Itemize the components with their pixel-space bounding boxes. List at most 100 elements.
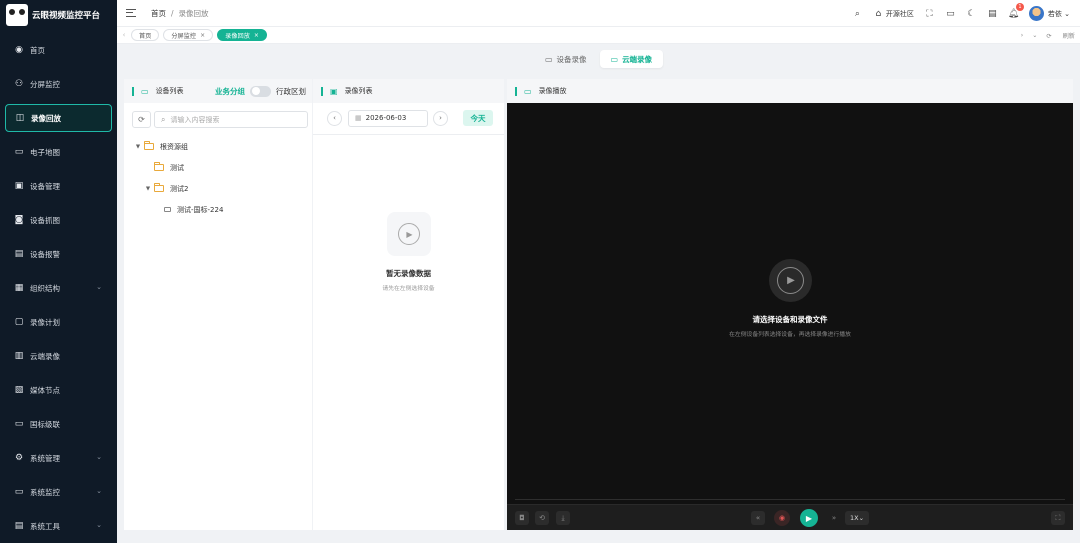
sidebar-item-label: 国标级联: [30, 419, 60, 429]
close-icon[interactable]: ×: [254, 32, 259, 39]
stop-button[interactable]: ◉: [774, 510, 790, 526]
app-logo[interactable]: 云眼视频监控平台: [0, 0, 117, 30]
logo-icon: [6, 4, 28, 26]
tab-2[interactable]: 录像回放 ×: [217, 29, 267, 41]
user-name[interactable]: 若依 ⌄: [1048, 9, 1070, 19]
playback-icon: ◫: [15, 113, 25, 123]
tab-1[interactable]: 分屏监控 ×: [163, 29, 214, 41]
alarm-icon: ▤: [14, 249, 24, 259]
tabs-dropdown-icon[interactable]: ⌄: [1032, 32, 1037, 39]
chevron-down-icon: ⌄: [96, 283, 102, 291]
player-title: 录像播放: [538, 87, 567, 95]
tree-refresh-button[interactable]: ⟳: [132, 111, 151, 128]
sidebar-item-label: 系统监控: [30, 487, 60, 497]
snapshot-button[interactable]: ◘: [515, 511, 529, 525]
sidebar-item-dashboard[interactable]: ◉ 首页: [5, 36, 112, 64]
chevron-down-icon: ⌄: [96, 521, 102, 529]
device-search-box: ⌕: [154, 111, 308, 128]
community-link[interactable]: 开源社区: [886, 9, 914, 19]
sidebar-item-label: 设备报警: [30, 249, 60, 259]
tree-node-label: 测试-国标-224: [177, 205, 224, 214]
speed-select[interactable]: 1X ⌄: [845, 511, 869, 525]
sidebar-item-label: 分屏监控: [30, 79, 60, 89]
video-player[interactable]: ▶ 请选择设备和录像文件 在左侧设备列表选择设备，再选择录像进行播放 ◘ ⟲ ⤓…: [507, 103, 1073, 530]
tabs-scroll-right-icon[interactable]: ›: [1021, 32, 1023, 39]
search-icon[interactable]: ⌕: [852, 8, 863, 19]
sidebar-item-label: 设备抓图: [30, 215, 60, 225]
sidebar-item-label: 首页: [30, 45, 45, 55]
sidebar-item-cloud-record[interactable]: ▥ 云端录像: [5, 342, 112, 370]
sidebar-item-cascade[interactable]: ▭ 国标级联: [5, 410, 112, 438]
device-tree: ▼ 根资源组测试 ▼ 测试2 测试-国标-224: [124, 136, 312, 220]
tabs-scroll-left-icon[interactable]: ‹: [117, 31, 131, 39]
date-picker[interactable]: ▦ 2026-06-03: [348, 109, 428, 127]
sidebar-item-toolbox[interactable]: ▤ 系统工具 ⌄: [5, 512, 112, 540]
cascade-icon: ▭: [14, 419, 24, 429]
sidebar-item-map[interactable]: ▭ 电子地图: [5, 138, 112, 166]
sidebar-item-label: 媒体节点: [30, 385, 60, 395]
avatar[interactable]: [1028, 6, 1044, 21]
map-icon: ▭: [14, 147, 24, 157]
group-mode-toggle[interactable]: [250, 85, 271, 97]
accent-bar: [515, 86, 517, 96]
menu-toggle-icon[interactable]: [126, 9, 136, 17]
breadcrumb-home[interactable]: 首页: [151, 8, 166, 19]
play-icon: ▶: [397, 223, 420, 245]
fullscreen-icon[interactable]: ⛶: [924, 8, 935, 19]
sidebar-item-plan[interactable]: ▢ 录像计划: [5, 308, 112, 336]
refresh-button[interactable]: ⟳ 刷新: [1046, 31, 1075, 40]
sidebar-item-playback[interactable]: ◫ 录像回放: [5, 104, 112, 132]
device-record-tab[interactable]: ▭ 设备录像: [534, 50, 598, 68]
fast-forward-button[interactable]: »: [827, 511, 841, 525]
business-group-label[interactable]: 业务分组: [215, 86, 245, 97]
sidebar-item-gear[interactable]: ⚙ 系统管理 ⌄: [5, 444, 112, 472]
prev-day-button[interactable]: ‹: [327, 110, 342, 126]
tree-node-label: 测试: [170, 163, 184, 172]
tree-node[interactable]: ▼ 测试2: [124, 178, 312, 199]
playback-timeline[interactable]: [515, 499, 1065, 500]
bell-icon[interactable]: 🔔︎ 1: [1008, 3, 1024, 19]
sidebar-item-label: 设备管理: [30, 181, 60, 191]
record-list-title: 录像列表: [344, 87, 373, 95]
selected-date: 2026-06-03: [365, 114, 407, 122]
tabs-actions: › ⌄ ⟳ 刷新: [1012, 27, 1075, 44]
cloud-record-tab[interactable]: ▭ 云端录像: [599, 50, 664, 68]
tab-0[interactable]: 首页: [131, 29, 160, 41]
sidebar-item-media-node[interactable]: ▧ 媒体节点: [5, 376, 112, 404]
caret-down-icon[interactable]: ▼: [134, 144, 142, 150]
rewind-button[interactable]: «: [751, 511, 765, 525]
sidebar-item-org[interactable]: ▦ 组织结构 ⌄: [5, 274, 112, 302]
today-button[interactable]: 今天: [463, 110, 493, 126]
download-button[interactable]: ⤓: [556, 511, 570, 525]
search-icon: ⌕: [161, 114, 166, 124]
gear-icon: ⚙: [14, 453, 24, 463]
sidebar-item-split-screen[interactable]: ⚇ 分屏监控: [5, 70, 112, 98]
tree-node[interactable]: 测试-国标-224: [124, 199, 312, 220]
sidebar-item-alarm[interactable]: ▤ 设备报警: [5, 240, 112, 268]
camera-icon: [164, 207, 171, 212]
empty-play-tile: ▶: [386, 212, 431, 256]
device-search-input[interactable]: [170, 115, 301, 124]
caret-down-icon[interactable]: ▼: [144, 186, 152, 192]
close-icon[interactable]: ×: [200, 32, 205, 39]
screen-icon[interactable]: ▭: [945, 8, 956, 19]
play-button[interactable]: ▶: [800, 509, 818, 527]
split-screen-icon: ⚇: [14, 79, 24, 89]
folder-icon: [154, 162, 164, 171]
sidebar-item-snapshot[interactable]: ◙ 设备抓图: [5, 206, 112, 234]
date-picker-row: ‹ ▦ 2026-06-03 › 今天: [313, 105, 504, 131]
sidebar-item-device[interactable]: ▣ 设备管理: [5, 172, 112, 200]
fullscreen-button[interactable]: ⛶: [1051, 511, 1065, 525]
rotate-button[interactable]: ⟲: [535, 511, 549, 525]
sidebar-item-monitor[interactable]: ▭ 系统监控 ⌄: [5, 478, 112, 506]
tree-node[interactable]: ▼ 根资源组: [124, 136, 312, 157]
next-day-button[interactable]: ›: [433, 110, 448, 126]
group-mode-switch: 业务分组 行政区划: [215, 79, 306, 103]
tree-node[interactable]: 测试: [124, 157, 312, 178]
org-icon: ▦: [14, 283, 24, 293]
tab-label: 录像回放: [225, 32, 250, 40]
layout-icon[interactable]: ▤: [987, 8, 998, 19]
player-panel: ▭ 录像播放 ▶ 请选择设备和录像文件 在左侧设备列表选择设备，再选择录像进行播…: [507, 79, 1073, 530]
moon-icon[interactable]: ☾: [966, 8, 977, 19]
admin-region-label[interactable]: 行政区划: [276, 86, 306, 97]
